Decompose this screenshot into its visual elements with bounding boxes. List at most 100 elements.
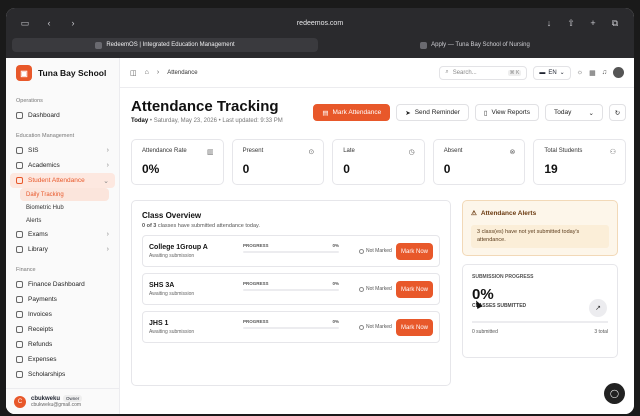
users-icon: ⚇ xyxy=(609,149,616,156)
app: ▣ Tuna Bay School Operations Dashboard E… xyxy=(6,58,634,414)
home-icon[interactable]: ⌂ xyxy=(145,69,149,76)
class-row: SHS 3A Awaiting submission PROGRESS 0% No… xyxy=(142,273,440,305)
not-marked-status: Not Marked xyxy=(359,286,392,292)
download-icon[interactable]: ↓ xyxy=(540,15,558,31)
last-updated: Last updated: 9:33 PM xyxy=(222,118,283,124)
sidebar-item-student-attendance[interactable]: Student Attendance ⌄ xyxy=(10,173,115,188)
class-row: JHS 1 Awaiting submission PROGRESS 0% Not… xyxy=(142,311,440,343)
new-tab-icon[interactable]: + xyxy=(584,15,602,31)
sidebar-item-invoices[interactable]: Invoices xyxy=(6,307,119,322)
stat-label: Attendance Rate xyxy=(142,148,187,154)
sidebar-item-expenses[interactable]: Expenses xyxy=(6,352,119,367)
sidebar-collapse-icon[interactable]: ◫ xyxy=(130,69,137,77)
stat-total-students: Total Students 19 ⚇ xyxy=(533,139,626,185)
favicon-icon xyxy=(95,41,103,49)
stat-late: Late 0 ◷ xyxy=(332,139,425,185)
theme-toggle-icon[interactable]: ☼ xyxy=(577,69,583,76)
sidebar-item-receipts[interactable]: Receipts xyxy=(6,322,119,337)
brand-name: Tuna Bay School xyxy=(38,68,107,78)
button-label: View Reports xyxy=(491,109,530,116)
sidebar-item-payments[interactable]: Payments xyxy=(6,292,119,307)
class-status: Awaiting submission xyxy=(149,328,195,335)
check-circle-icon: ⊙ xyxy=(308,149,315,156)
library-icon xyxy=(16,246,23,253)
sidebar-item-library[interactable]: Library › xyxy=(6,242,119,257)
sidebar-item-label: Refunds xyxy=(28,341,53,348)
separator-dot: • xyxy=(218,118,221,124)
role-badge: Owner xyxy=(63,394,83,402)
sidebar-item-label: SIS xyxy=(28,147,39,154)
language-select[interactable]: ▬ EN ⌄ xyxy=(533,65,571,80)
top-avatar[interactable] xyxy=(613,67,624,78)
mark-now-button[interactable]: Mark Now xyxy=(395,281,433,298)
sidebar-item-label: Expenses xyxy=(28,356,57,363)
refresh-button[interactable]: ↻ xyxy=(609,104,626,121)
sidebar-item-label: Receipts xyxy=(28,326,54,333)
tab-overview-icon[interactable]: ⧉ xyxy=(606,15,624,31)
class-status: Awaiting submission xyxy=(149,252,195,259)
sidebar-item-finance-dashboard[interactable]: Finance Dashboard xyxy=(6,277,119,292)
academics-icon xyxy=(16,162,23,169)
search-shortcut: ⌘ K xyxy=(507,69,522,76)
sidebar-subitem-biometric-hub[interactable]: Biometric Hub xyxy=(6,201,119,214)
clock-icon: ◷ xyxy=(408,149,415,156)
circle-icon xyxy=(359,286,364,292)
back-icon[interactable]: ‹ xyxy=(40,15,58,31)
sidebar-item-refunds[interactable]: Refunds xyxy=(6,337,119,352)
browser-tab-redeemos[interactable]: RedeemOS | Integrated Education Manageme… xyxy=(12,38,318,52)
sidebar-subitem-daily-tracking[interactable]: Daily Tracking xyxy=(20,188,109,201)
address-bar[interactable]: redeemos.com xyxy=(297,20,343,27)
submission-sub: CLASSES SUBMITTED xyxy=(472,303,527,309)
period-select[interactable]: Today ⌄ xyxy=(545,104,603,121)
status-label: Not Marked xyxy=(366,286,392,292)
class-progress: PROGRESS 0% xyxy=(243,243,339,253)
grid-icon[interactable]: ▦ xyxy=(589,69,596,77)
sidebar-subitem-alerts[interactable]: Alerts xyxy=(6,214,119,227)
sidebar: ▣ Tuna Bay School Operations Dashboard E… xyxy=(6,58,120,414)
share-icon[interactable]: ⇧ xyxy=(562,15,580,31)
chevron-right-icon: › xyxy=(106,246,109,253)
sidebar-item-exams[interactable]: Exams › xyxy=(6,227,119,242)
tab-label: RedeemOS | Integrated Education Manageme… xyxy=(106,42,235,48)
chevron-right-icon: › xyxy=(156,69,160,76)
sidebar-item-label: Dashboard xyxy=(28,112,60,119)
expenses-icon xyxy=(16,356,23,363)
chevron-right-icon: › xyxy=(106,231,109,238)
brand[interactable]: ▣ Tuna Bay School xyxy=(6,58,119,88)
sidebar-item-scholarships[interactable]: Scholarships xyxy=(6,367,119,382)
bell-icon[interactable]: ♫ xyxy=(602,69,607,76)
stat-value: 0 xyxy=(343,162,350,176)
mark-now-button[interactable]: Mark Now xyxy=(395,243,433,260)
page-date: Saturday, May 23, 2026 xyxy=(153,118,217,124)
mark-attendance-button[interactable]: ▤ Mark Attendance xyxy=(313,104,391,121)
sidebar-item-label: Academics xyxy=(28,162,60,169)
send-reminder-button[interactable]: ➤ Send Reminder xyxy=(396,104,469,121)
breadcrumb[interactable]: Attendance xyxy=(167,70,197,76)
overview-count: 0 of 3 xyxy=(142,223,157,229)
page-subtitle: Today • Saturday, May 23, 2026 • Last up… xyxy=(131,118,283,124)
stat-absent: Absent 0 ⊗ xyxy=(432,139,526,185)
status-label: Not Marked xyxy=(366,324,392,330)
sidebar-item-academics[interactable]: Academics › xyxy=(6,158,119,173)
chat-button[interactable]: ◯ xyxy=(604,383,625,404)
sidebar-item-sis[interactable]: SIS › xyxy=(6,143,119,158)
sidebar-item-dashboard[interactable]: Dashboard xyxy=(6,108,119,123)
user-profile[interactable]: C cbukweku Owner cbukweku@gmail.com xyxy=(6,388,119,414)
payments-icon xyxy=(16,296,23,303)
actions: ▤ Mark Attendance ➤ Send Reminder ▯ View… xyxy=(313,104,626,121)
sidebar-toggle-icon[interactable]: ▭ xyxy=(16,15,34,31)
stat-attendance-rate: Attendance Rate 0% ▥ xyxy=(131,139,224,185)
language-label: EN xyxy=(548,69,557,76)
sidebar-item-label: Scholarships xyxy=(28,371,66,378)
forward-icon[interactable]: › xyxy=(64,15,82,31)
browser-tab-apply[interactable]: Apply — Tuna Bay School of Nursing xyxy=(322,38,628,52)
section-education: Education Management xyxy=(16,133,75,139)
sidebar-item-label: Student Attendance xyxy=(28,177,85,184)
stat-value: 0% xyxy=(142,162,160,176)
class-progress: PROGRESS 0% xyxy=(243,319,339,329)
view-reports-button[interactable]: ▯ View Reports xyxy=(474,104,539,121)
class-name: JHS 1 xyxy=(149,319,169,327)
mark-now-button[interactable]: Mark Now xyxy=(395,319,433,336)
refunds-icon xyxy=(16,341,23,348)
search-input[interactable]: ⌕ Search... ⌘ K xyxy=(439,65,528,80)
